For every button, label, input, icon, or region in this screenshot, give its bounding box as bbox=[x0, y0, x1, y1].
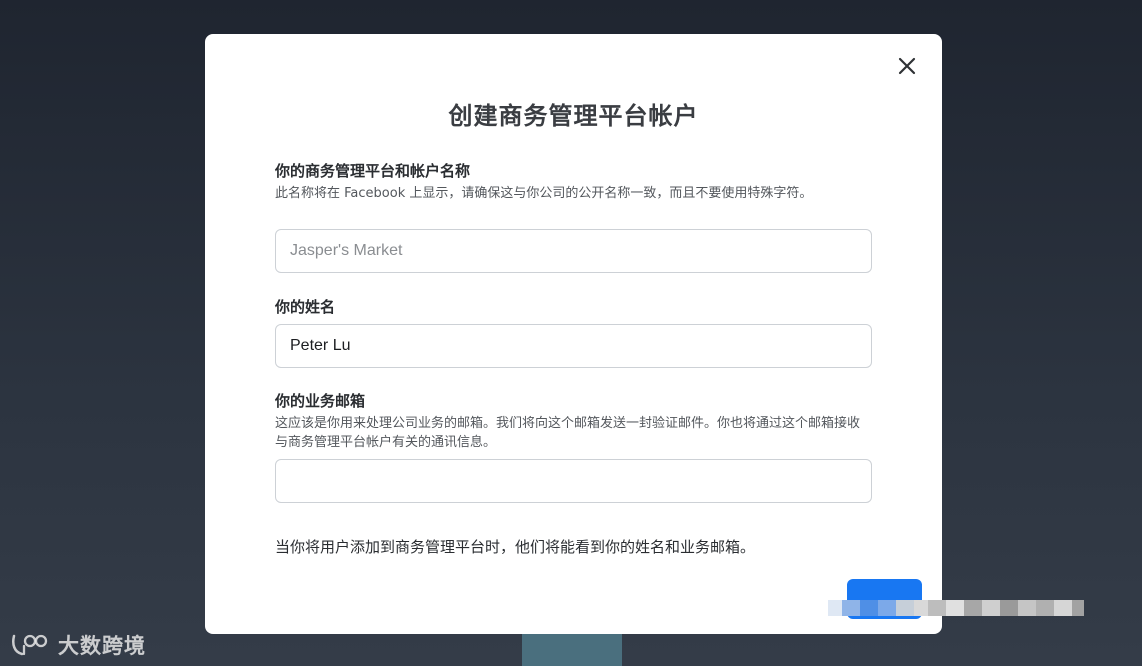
next-button[interactable] bbox=[847, 579, 922, 619]
close-button[interactable] bbox=[893, 52, 921, 80]
your-name-label: 你的姓名 bbox=[275, 298, 336, 316]
business-email-help: 这应该是你用来处理公司业务的邮箱。我们将向这个邮箱发送一封验证邮件。你也将通过这… bbox=[275, 416, 861, 450]
business-email-label: 你的业务邮箱 bbox=[275, 392, 366, 410]
your-name-input[interactable] bbox=[275, 324, 872, 368]
business-name-label: 你的商务管理平台和帐户名称 bbox=[275, 162, 471, 180]
watermark: 大数跨境 bbox=[10, 630, 146, 660]
business-email-input[interactable] bbox=[275, 459, 872, 503]
close-icon bbox=[898, 57, 916, 75]
watermark-logo-icon bbox=[12, 634, 48, 656]
watermark-text: 大数跨境 bbox=[58, 634, 146, 658]
dialog-title: 创建商务管理平台帐户 bbox=[448, 102, 699, 130]
business-name-help: 此名称将在 Facebook 上显示，请确保这与你公司的公开名称一致，而且不要使… bbox=[275, 186, 813, 201]
create-business-dialog: 创建商务管理平台帐户 你的商务管理平台和帐户名称 此名称将在 Facebook … bbox=[205, 34, 942, 634]
business-name-input[interactable] bbox=[275, 229, 872, 273]
footer-note: 当你将用户添加到商务管理平台时，他们将能看到你的姓名和业务邮箱。 bbox=[275, 538, 756, 556]
